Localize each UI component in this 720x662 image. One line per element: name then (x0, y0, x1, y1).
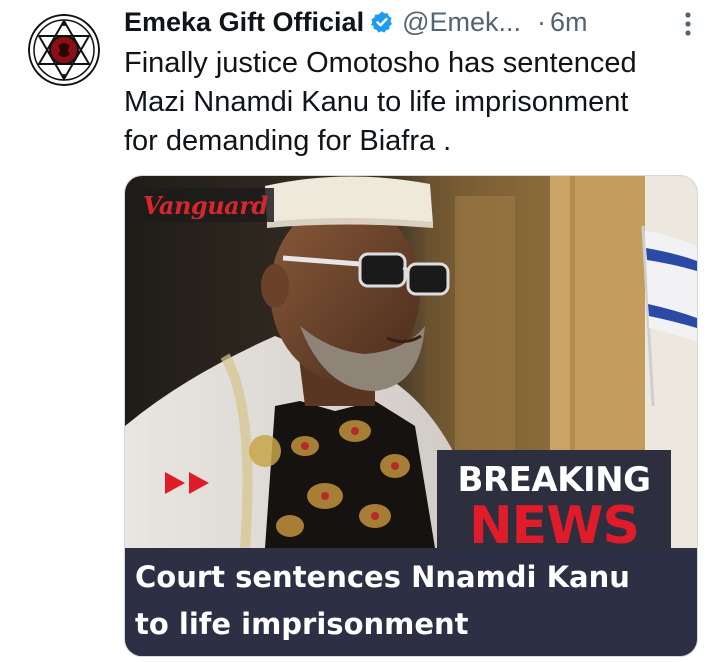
headline-text: Court sentences Nnamdi Kanu to life impr… (135, 560, 630, 641)
hexagram-logo-icon (28, 14, 100, 86)
vanguard-logo: Vanguard (137, 188, 274, 222)
verified-badge-icon (370, 10, 394, 34)
tweet-header: Emeka Gift Official @Emek... · 6m (124, 4, 694, 40)
headline-caption: Court sentences Nnamdi Kanu to life impr… (125, 548, 697, 656)
avatar[interactable] (28, 14, 100, 86)
breaking-label: BREAKING (457, 460, 652, 500)
timestamp[interactable]: 6m (550, 7, 588, 38)
fast-forward-icon (165, 472, 211, 499)
more-options-icon[interactable] (682, 10, 694, 43)
display-name[interactable]: Emeka Gift Official (124, 7, 364, 38)
user-handle[interactable]: @Emek... (402, 7, 521, 38)
breaking-news-banner: BREAKING NEWS (437, 450, 671, 556)
separator-dot: · (537, 6, 547, 37)
news-label: NEWS (469, 496, 640, 556)
tweet-text: Finally justice Omotosho has sentenced M… (124, 47, 637, 157)
tweet-media[interactable]: Vanguard BREAKING NEWS Court sentences N… (124, 175, 698, 657)
